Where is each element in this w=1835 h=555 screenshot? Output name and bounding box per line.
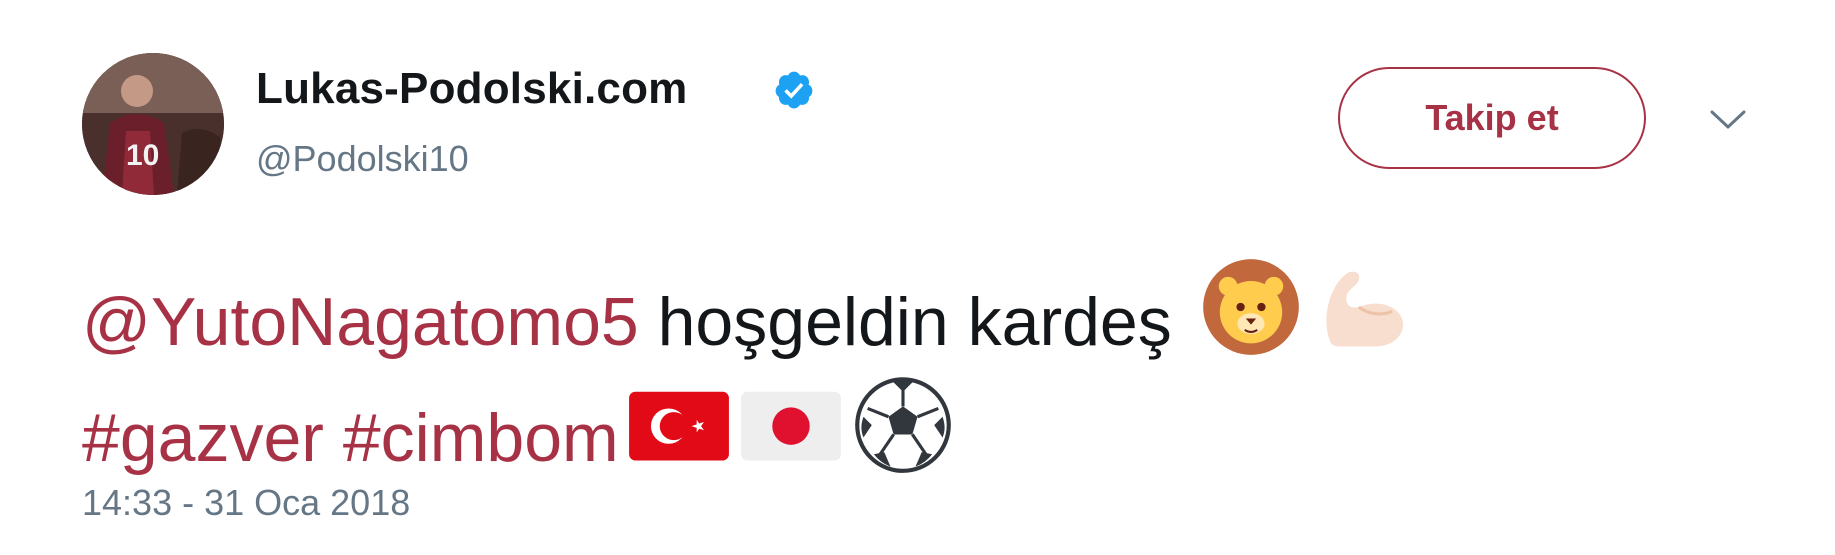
verified-badge-icon [775,71,813,109]
author-display-name[interactable]: Lukas-Podolski.com [256,64,687,114]
avatar[interactable]: 10 [82,53,224,195]
author-handle[interactable]: @Podolski10 [256,138,469,180]
follow-button[interactable]: Takip et [1338,67,1646,169]
svg-text:10: 10 [126,139,159,172]
turkey-flag-icon [627,371,731,475]
flexed-biceps-icon [1311,255,1415,359]
tweet-text: @YutoNagatomo5 hoşgeldin kardeş #gazver … [82,255,1782,487]
lion-face-icon [1199,255,1303,359]
tweet-timestamp[interactable]: 14:33 - 31 Oca 2018 [82,482,410,524]
chevron-down-icon[interactable] [1708,108,1748,132]
mention-link[interactable]: @YutoNagatomo5 [82,284,639,360]
player-avatar-icon: 10 [82,53,224,195]
tweet-card: 10 Lukas-Podolski.com @Podolski10 Takip … [0,0,1835,555]
hashtag-gazver[interactable]: #gazver [82,400,324,476]
soccer-ball-icon [851,371,955,475]
hashtag-cimbom[interactable]: #cimbom [343,400,619,476]
tweet-message: hoşgeldin kardeş [638,284,1191,360]
japan-flag-icon [739,371,843,475]
